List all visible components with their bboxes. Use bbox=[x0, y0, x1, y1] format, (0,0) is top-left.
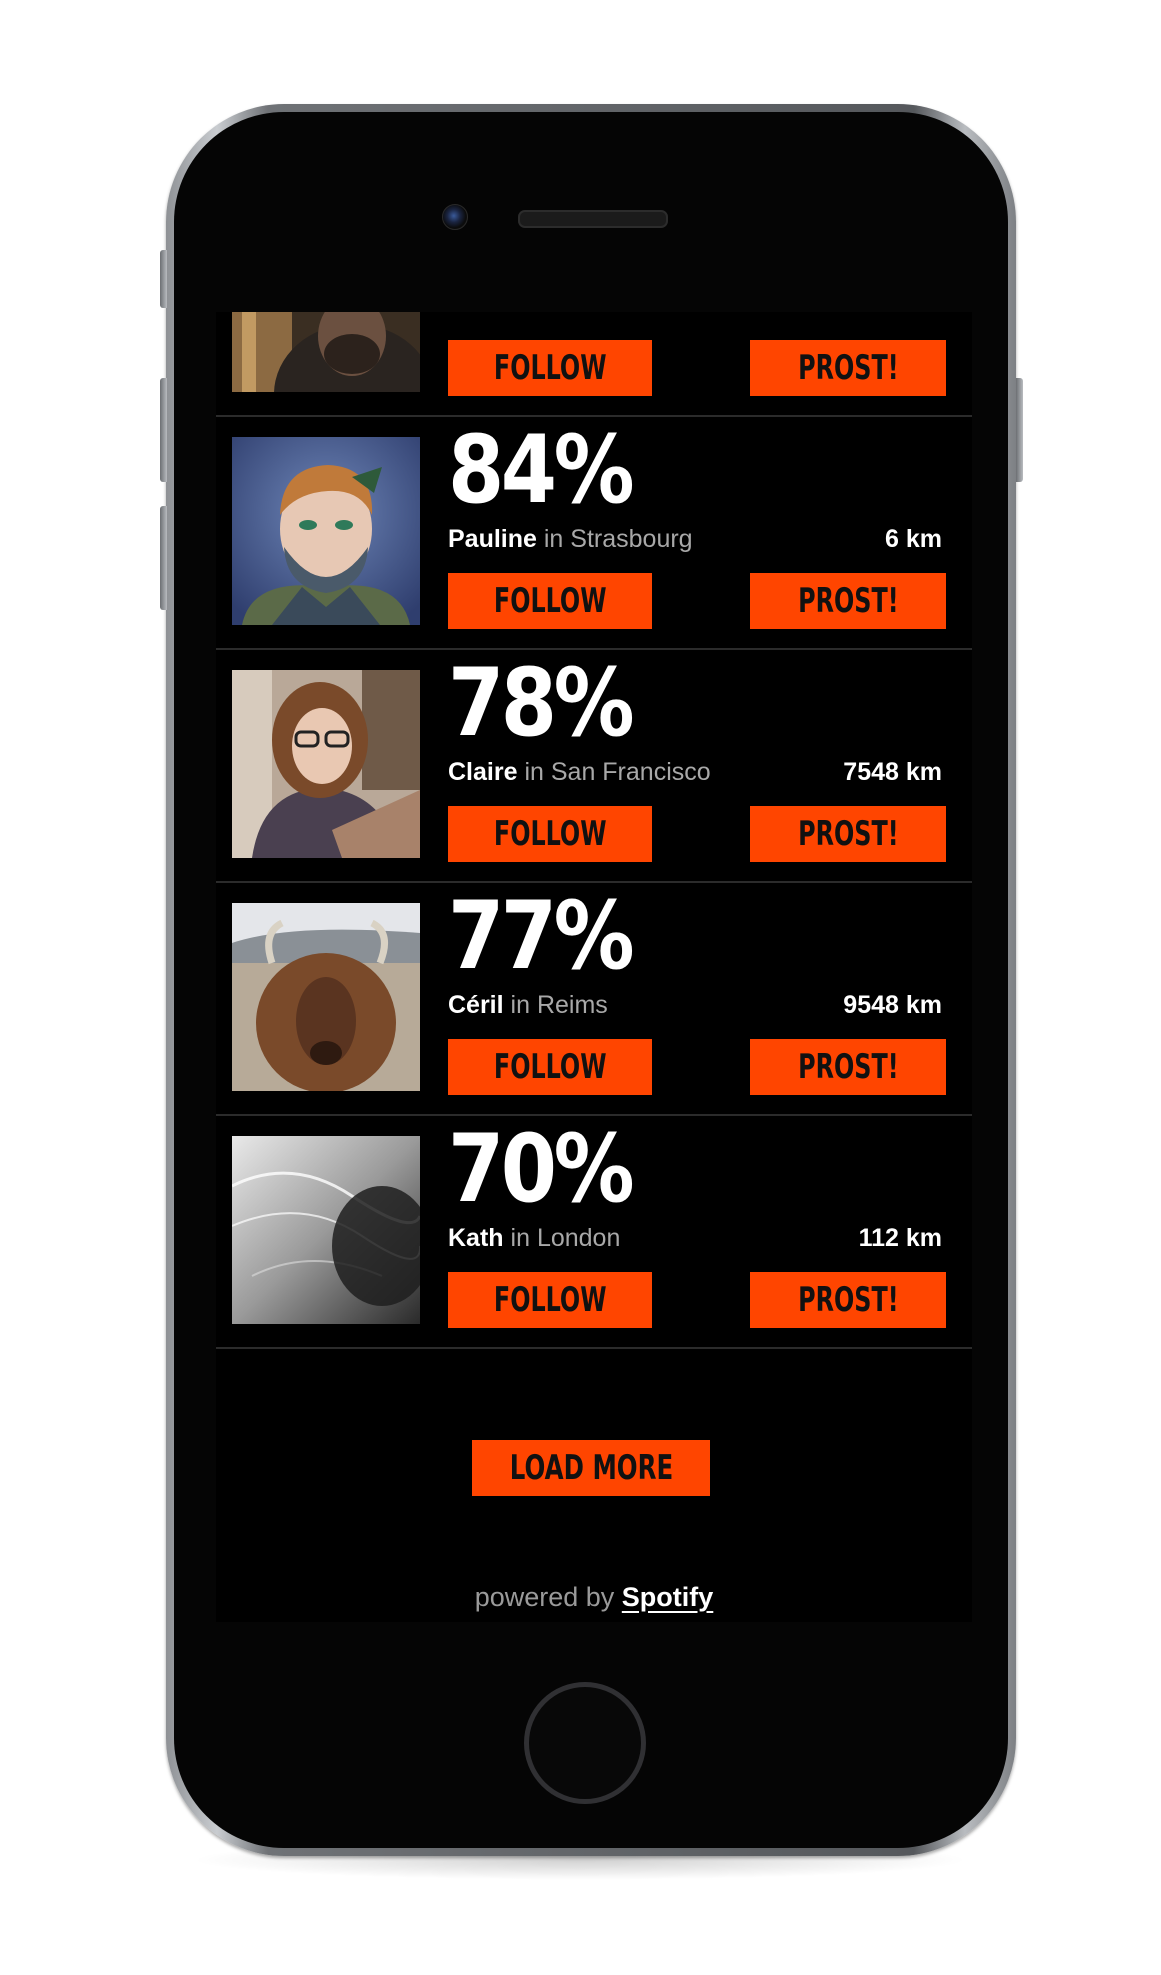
load-more-button[interactable]: LOAD MORE bbox=[472, 1440, 710, 1496]
user-city: Strasbourg bbox=[570, 525, 693, 553]
user-city: London bbox=[536, 1224, 621, 1252]
spotify-link[interactable]: Spotify bbox=[622, 1582, 714, 1612]
distance: 112 km bbox=[858, 1224, 942, 1252]
front-camera bbox=[442, 204, 468, 230]
list-item: 77% Céril in Reims 9548 km FOLLOW PROST! bbox=[216, 883, 972, 1116]
avatar bbox=[232, 312, 420, 392]
prost-button[interactable]: PROST! bbox=[750, 1039, 946, 1095]
match-percentage: 78% bbox=[448, 649, 635, 758]
prost-button[interactable]: PROST! bbox=[750, 1272, 946, 1328]
match-percentage: 70% bbox=[448, 1115, 635, 1224]
user-name: Claire bbox=[448, 758, 518, 786]
follow-button[interactable]: FOLLOW bbox=[448, 806, 652, 862]
user-location: Céril in Reims bbox=[448, 991, 608, 1020]
follow-button[interactable]: FOLLOW bbox=[448, 1272, 652, 1328]
user-name: Céril bbox=[448, 991, 504, 1019]
list-item: 78% Claire in San Francisco 7548 km FOLL… bbox=[216, 650, 972, 883]
volume-up-button bbox=[160, 378, 167, 482]
in-label: in bbox=[510, 1224, 530, 1252]
distance: 7548 km bbox=[843, 758, 942, 786]
user-name: Kath bbox=[448, 1224, 504, 1252]
powered-by-footer: powered by Spotify bbox=[216, 1582, 972, 1613]
avatar bbox=[232, 903, 420, 1091]
follow-button[interactable]: FOLLOW bbox=[448, 340, 652, 396]
list-item: 70% Kath in London 112 km FOLLOW PROST! bbox=[216, 1116, 972, 1349]
follow-button[interactable]: FOLLOW bbox=[448, 573, 652, 629]
follow-button[interactable]: FOLLOW bbox=[448, 1039, 652, 1095]
avatar bbox=[232, 1136, 420, 1324]
prost-button[interactable]: PROST! bbox=[750, 573, 946, 629]
match-percentage: 84% bbox=[448, 416, 635, 525]
mute-switch bbox=[160, 250, 167, 308]
avatar bbox=[232, 670, 420, 858]
match-percentage: 77% bbox=[448, 882, 635, 991]
power-button bbox=[1016, 378, 1023, 482]
user-city: Reims bbox=[536, 991, 608, 1019]
distance: 9548 km bbox=[843, 991, 942, 1019]
powered-by-label: powered by bbox=[474, 1582, 615, 1612]
prost-button[interactable]: PROST! bbox=[750, 806, 946, 862]
user-location: Claire in San Francisco bbox=[448, 758, 711, 787]
in-label: in bbox=[543, 525, 564, 553]
earpiece-speaker bbox=[518, 210, 668, 228]
list-item-partial: FOLLOW PROST! bbox=[216, 312, 972, 417]
user-name: Pauline bbox=[448, 525, 537, 553]
user-city: San Francisco bbox=[550, 758, 711, 786]
distance: 6 km bbox=[885, 525, 942, 553]
user-location: Pauline in Strasbourg bbox=[448, 525, 693, 554]
home-button[interactable] bbox=[524, 1682, 646, 1804]
in-label: in bbox=[510, 991, 531, 1019]
user-location: Kath in London bbox=[448, 1224, 620, 1253]
prost-button[interactable]: PROST! bbox=[750, 340, 946, 396]
list-item: 84% Pauline in Strasbourg 6 km FOLLOW PR… bbox=[216, 417, 972, 650]
volume-down-button bbox=[160, 506, 167, 610]
app-screen: FOLLOW PROST! 84% Pauline in Strasbourg … bbox=[216, 312, 972, 1622]
in-label: in bbox=[524, 758, 544, 786]
avatar bbox=[232, 437, 420, 625]
